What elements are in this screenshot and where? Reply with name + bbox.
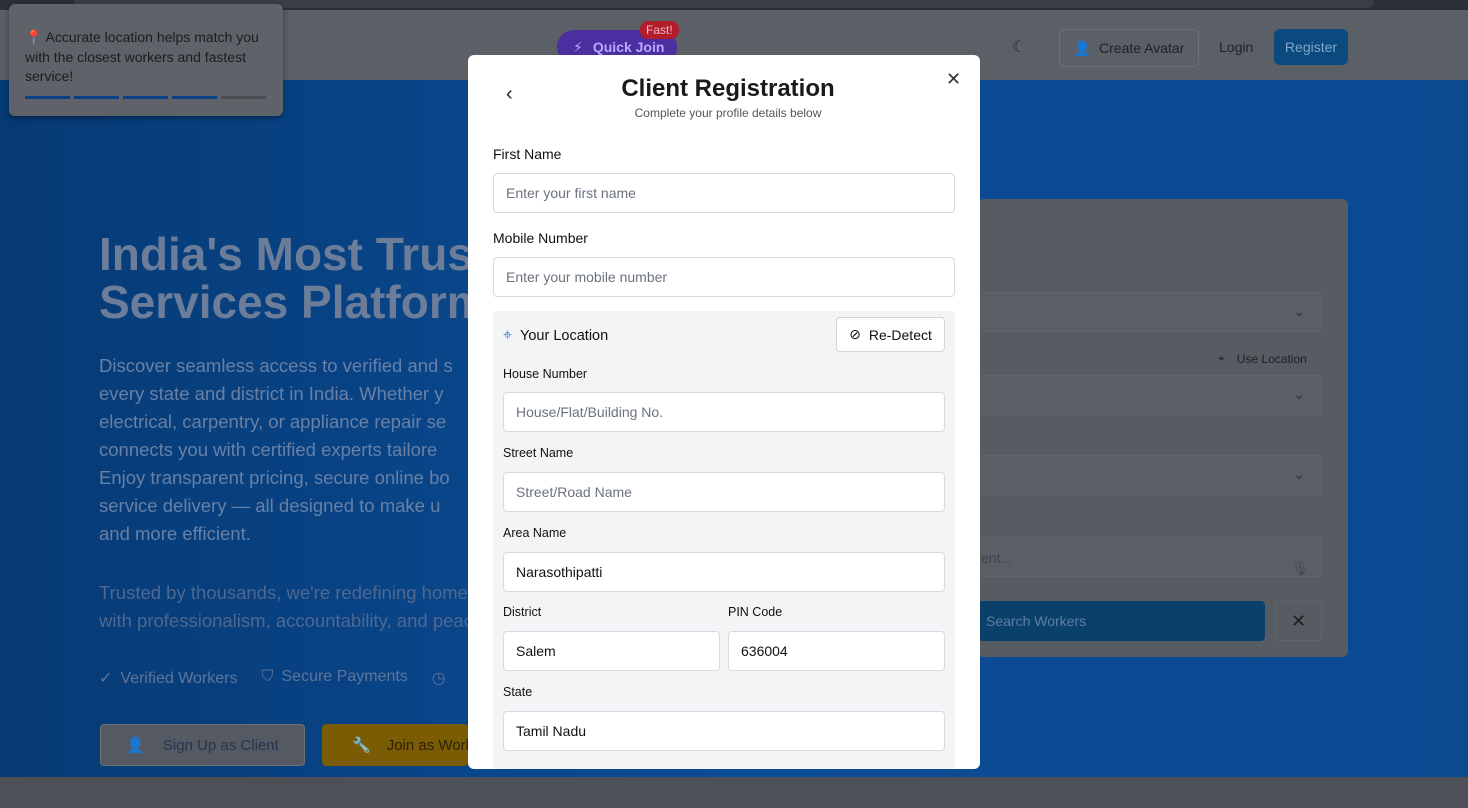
hero-description: Discover seamless access to verified and…: [99, 352, 469, 548]
redetect-button[interactable]: ⊘ Re-Detect: [836, 317, 945, 352]
moon-icon[interactable]: ☾: [1012, 37, 1026, 57]
quick-join-label: Quick Join: [592, 39, 665, 55]
street-input[interactable]: Street/Road Name: [503, 472, 945, 512]
user-icon: 👤: [1073, 39, 1092, 56]
mobile-label: Mobile Number: [493, 230, 588, 246]
street-label: Street Name: [503, 446, 574, 460]
progress-segment: [25, 96, 70, 99]
fast-badge: Fast!: [640, 21, 679, 39]
search-card: ⌄ ⌖ Use Location ⌄ ⌄ ent... 🎙 Search Wor…: [978, 199, 1348, 657]
signup-client-button[interactable]: 👤 Sign Up as Client: [100, 724, 305, 766]
badge-label: Verified Workers: [120, 670, 238, 687]
progress-segment: [172, 96, 217, 99]
create-avatar-label: Create Avatar: [1099, 40, 1185, 56]
modal-subtitle: Complete your profile details below: [634, 106, 822, 120]
search-workers-button[interactable]: Search Workers: [978, 601, 1265, 641]
service-select[interactable]: ⌄: [978, 292, 1322, 332]
user-icon: 👤: [126, 737, 145, 754]
chevron-down-icon: ⌄: [1293, 386, 1305, 402]
hero-desc-line: Discover seamless access to verified and…: [99, 355, 453, 376]
location-section: ⌖ Your Location ⊘ Re-Detect House Number…: [493, 311, 955, 769]
join-worker-button[interactable]: 🔧 Join as Worker: [322, 724, 468, 766]
hero-desc-line: every state and district in India. Wheth…: [99, 383, 444, 404]
create-avatar-button[interactable]: 👤 Create Avatar: [1059, 29, 1199, 67]
use-location-button[interactable]: ⌖ Use Location: [1218, 351, 1307, 366]
house-input[interactable]: House/Flat/Building No.: [503, 392, 945, 432]
badge-verified: ✓ Verified Workers: [99, 668, 237, 688]
progress-segment: [123, 96, 168, 99]
chevron-down-icon: ⌄: [1293, 466, 1305, 482]
chevron-down-icon: ⌄: [1293, 303, 1305, 319]
district-input[interactable]: Salem: [503, 631, 720, 671]
location-off-icon: ⊘: [849, 326, 861, 342]
map-pin-icon: ⌖: [1218, 351, 1225, 365]
join-worker-label: Join as Worker: [386, 736, 468, 754]
hero-desc-line: and more efficient.: [99, 523, 251, 544]
redetect-label: Re-Detect: [868, 326, 932, 343]
hero-trust-line: Trusted by thousands, we're redefining h…: [99, 582, 469, 603]
hero-badges: ✓ Verified Workers ⛉ Secure Payments ◷: [99, 668, 454, 688]
hero-title: India's Most Trust Services Platform: [99, 230, 479, 326]
hero-title-line: Services Platform: [99, 276, 479, 326]
lightning-icon: ⚡: [573, 38, 583, 55]
state-select[interactable]: ⌄: [978, 375, 1322, 415]
mobile-input[interactable]: Enter your mobile number: [493, 257, 955, 297]
badge-clock: ◷: [432, 668, 454, 688]
area-label: Area Name: [503, 526, 567, 540]
hero-trust-text: Trusted by thousands, we're redefining h…: [99, 579, 469, 635]
state-label: State: [503, 685, 533, 699]
district-select[interactable]: ⌄: [978, 455, 1322, 495]
search-placeholder: ent...: [981, 550, 1013, 566]
hero-trust-line: with professionalism, accountability, an…: [99, 610, 469, 631]
hero-desc-line: electrical, carpentry, or appliance repa…: [99, 411, 447, 432]
hero-title-line: India's Most Trust: [99, 230, 479, 280]
progress-segment: [221, 96, 266, 99]
toast-progress: [25, 96, 266, 99]
hero-desc-line: Enjoy transparent pricing, secure online…: [99, 467, 450, 488]
modal-title: Client Registration: [621, 75, 835, 102]
microphone-icon[interactable]: 🎙: [1291, 548, 1309, 588]
wrench-icon: 🔧: [352, 737, 371, 754]
progress-segment: [74, 96, 119, 99]
search-input[interactable]: ent... 🎙: [978, 537, 1322, 577]
hero-desc-line: connects you with certified experts tail…: [99, 439, 438, 460]
use-location-label: Use Location: [1236, 351, 1307, 366]
check-circle-icon: ✓: [99, 670, 113, 687]
shield-icon: ⛉: [261, 668, 274, 685]
first-name-label: First Name: [493, 146, 562, 162]
house-label: House Number: [503, 367, 588, 381]
clock-icon: ◷: [431, 670, 446, 687]
client-registration-modal: ‹ ✕ Client Registration Complete your pr…: [468, 55, 980, 769]
badge-label: Secure Payments: [281, 668, 408, 685]
map-pin-icon: ⌖: [503, 327, 513, 344]
register-button[interactable]: Register: [1274, 29, 1348, 65]
location-title: Your Location: [520, 328, 609, 344]
location-header: ⌖ Your Location: [503, 327, 608, 345]
district-label: District: [503, 605, 542, 619]
toast-message: 📍 Accurate location helps match you with…: [25, 29, 259, 84]
footer-band: [0, 777, 1468, 808]
clear-button[interactable]: ✕: [1275, 601, 1322, 641]
login-link[interactable]: Login: [1219, 39, 1253, 55]
state-input[interactable]: Tamil Nadu: [503, 711, 945, 751]
badge-secure: ⛉ Secure Payments: [261, 668, 407, 688]
location-toast: 📍 Accurate location helps match you with…: [9, 4, 283, 116]
signup-client-label: Sign Up as Client: [162, 736, 279, 754]
pin-label: PIN Code: [728, 605, 783, 619]
first-name-input[interactable]: Enter your first name: [493, 173, 955, 213]
pin-input[interactable]: 636004: [728, 631, 945, 671]
hero-desc-line: service delivery — all designed to make …: [99, 495, 441, 516]
area-input[interactable]: Narasothipatti: [503, 552, 945, 592]
